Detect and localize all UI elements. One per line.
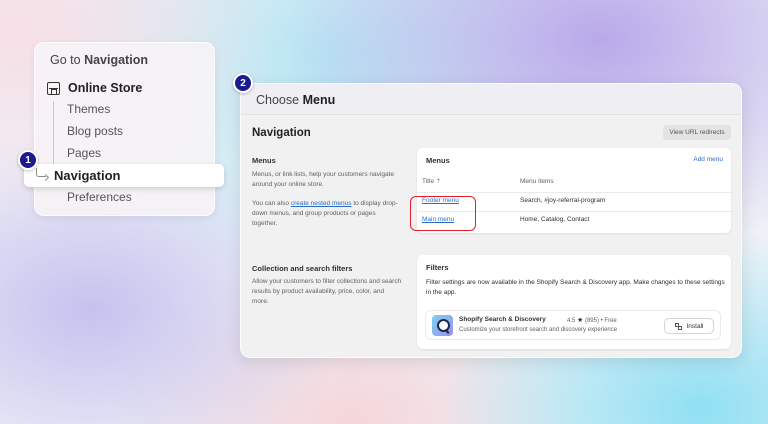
- app-reviews: (895) • Free: [584, 318, 617, 324]
- app-rating-value: 4.5: [567, 318, 576, 324]
- app-description: Customize your storefront search and dis…: [459, 327, 618, 333]
- app-name: Shopify Search & Discovery: [459, 316, 546, 323]
- sort-icon: ⇡: [436, 179, 442, 185]
- window-title-strong: Menu: [302, 93, 336, 107]
- sidebar-item-navigation[interactable]: Navigation: [24, 164, 224, 187]
- store-label: Online Store: [68, 81, 143, 95]
- column-header-title[interactable]: Title ⇡: [422, 178, 441, 185]
- column-header-menu-items: Menu items: [520, 178, 554, 185]
- sidebar-item-themes[interactable]: Themes: [67, 102, 110, 116]
- column-header-title-label: Title: [422, 178, 435, 185]
- footer-menu-items: Search, #joy-referral-program: [520, 197, 606, 204]
- nav-title-strong: Navigation: [84, 53, 148, 67]
- nav-panel-title: Go to Navigation: [50, 53, 148, 67]
- sidebar-item-preferences[interactable]: Preferences: [67, 190, 132, 204]
- app-listing: Shopify Search & Discovery 4.5 ★ (895) •…: [425, 310, 721, 340]
- store-icon: [47, 81, 60, 95]
- install-button[interactable]: Install: [664, 318, 714, 334]
- app-rating: 4.5 ★ (895) • Free: [567, 316, 617, 324]
- menu-highlight-box: [410, 196, 476, 231]
- menus-card-title: Menus: [426, 156, 450, 165]
- create-nested-menus-link[interactable]: create nested menus: [291, 200, 352, 207]
- step-badge-1: 1: [18, 150, 38, 170]
- view-url-redirects-button[interactable]: View URL redirects: [663, 125, 731, 140]
- desc-before: You can also: [252, 200, 289, 207]
- main-menu-items: Home, Catalog, Contact: [520, 216, 590, 223]
- filters-card-title: Filters: [426, 263, 449, 272]
- table-header: Title ⇡ Menu items: [417, 173, 731, 193]
- window-header: Choose Menu: [241, 84, 741, 115]
- filters-card: Filters Filter settings are now availabl…: [417, 255, 731, 349]
- navigation-panel: Go to Navigation Online Store Themes Blo…: [34, 42, 215, 216]
- sidebar-item-blog-posts[interactable]: Blog posts: [67, 124, 123, 138]
- window-title-prefix: Choose: [256, 93, 300, 107]
- sidebar-item-online-store[interactable]: Online Store: [47, 81, 142, 95]
- filters-card-text: Filter settings are now available in the…: [426, 279, 725, 296]
- search-discovery-app-icon: [432, 315, 453, 336]
- install-label: Install: [686, 322, 704, 330]
- filters-section-heading: Collection and search filters: [252, 264, 353, 273]
- apps-icon: [674, 322, 682, 330]
- menus-section-desc: Menus, or link lists, help your customer…: [252, 171, 394, 188]
- nav-title-prefix: Go to: [50, 53, 81, 67]
- add-menu-link[interactable]: Add menu: [693, 156, 723, 163]
- menus-section-desc-2: You can also create nested menus to disp…: [252, 199, 402, 229]
- return-arrow-icon: [36, 168, 46, 177]
- star-icon: ★: [577, 317, 584, 324]
- sidebar-item-pages[interactable]: Pages: [67, 146, 101, 160]
- navigation-window: Choose Menu Navigation View URL redirect…: [240, 83, 742, 358]
- step-badge-2: 2: [233, 73, 253, 93]
- menus-section-heading: Menus: [252, 156, 276, 165]
- sidebar-item-navigation-label: Navigation: [54, 168, 121, 183]
- page-title: Navigation: [252, 127, 311, 139]
- window-title: Choose Menu: [256, 93, 335, 107]
- filters-section-desc: Allow your customers to filter collectio…: [252, 278, 402, 305]
